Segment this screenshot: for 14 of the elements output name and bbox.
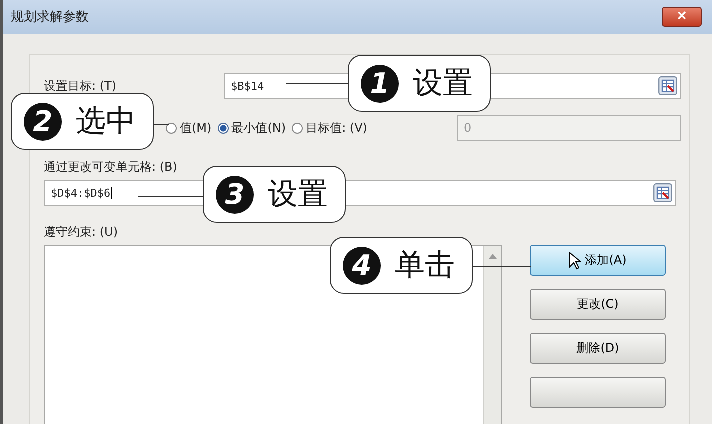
callout-text: 单击 — [395, 247, 455, 285]
field-label: 设置目标: (T) — [44, 78, 118, 94]
callout-text: 选中 — [76, 103, 136, 141]
window-title: 规划求解参数 — [11, 9, 89, 26]
step-number: 3 — [216, 176, 254, 214]
callout-text: 设置 — [413, 65, 473, 103]
radio-label: 最小值(N) — [232, 120, 286, 136]
step-number: 2 — [24, 102, 62, 140]
radio-label: 目标值: (V) — [306, 120, 368, 136]
step-number: 4 — [343, 246, 381, 284]
radio-label: 值(M) — [180, 120, 212, 136]
field-label: 遵守约束: (U) — [44, 224, 120, 241]
step-number: 1 — [361, 64, 399, 102]
field-label: 通过更改可变单元格: (B) — [44, 159, 178, 176]
